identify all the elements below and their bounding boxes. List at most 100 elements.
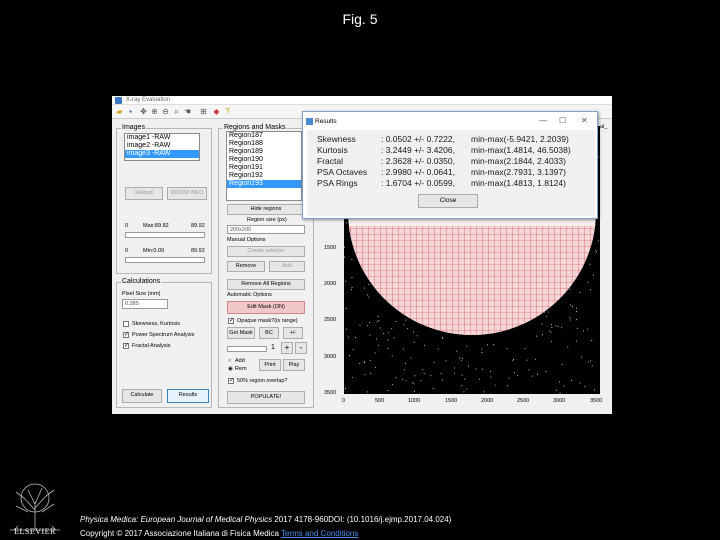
max-slider[interactable] bbox=[125, 232, 205, 238]
terms-link[interactable]: Terms and Conditions bbox=[281, 529, 358, 538]
result-range: min-max(-5.9421, 2.2039) bbox=[471, 134, 569, 144]
noise-speck bbox=[410, 357, 412, 359]
create-selector-button[interactable]: Create selector bbox=[227, 246, 305, 257]
noise-speck bbox=[464, 378, 466, 380]
list-item[interactable]: image2 -RAW bbox=[125, 142, 199, 150]
noise-speck bbox=[550, 331, 552, 333]
bc-button[interactable]: BC bbox=[259, 327, 279, 339]
noise-speck bbox=[487, 344, 488, 346]
pan-icon[interactable]: ✥ bbox=[139, 107, 148, 116]
noise-speck bbox=[481, 348, 483, 350]
noise-speck bbox=[463, 391, 465, 393]
noise-speck bbox=[551, 327, 553, 328]
list-item[interactable]: Region193 bbox=[227, 180, 301, 188]
maximize-icon[interactable]: ☐ bbox=[559, 116, 566, 125]
noise-speck bbox=[391, 355, 393, 357]
calculations-panel-label: Calculations bbox=[121, 278, 162, 285]
add-button[interactable]: Add bbox=[269, 261, 305, 272]
list-item[interactable]: image3 -RAW bbox=[125, 150, 199, 158]
noise-speck bbox=[583, 330, 584, 332]
open-folder-icon[interactable]: ▰ bbox=[115, 107, 124, 116]
noise-speck bbox=[576, 327, 578, 329]
zoom-in-icon[interactable]: ⊕ bbox=[150, 107, 159, 116]
noise-speck bbox=[395, 321, 397, 322]
fractal-checkbox[interactable]: ✓ bbox=[123, 343, 129, 349]
pixel-size-input[interactable]: 0.385 bbox=[122, 299, 168, 309]
minimize-icon[interactable]: — bbox=[539, 116, 547, 125]
noise-speck bbox=[576, 307, 577, 309]
noise-speck bbox=[454, 367, 455, 369]
noise-speck bbox=[413, 341, 415, 343]
list-item[interactable]: image1 -RAW bbox=[125, 134, 199, 142]
automatic-options-label: Automatic Options bbox=[227, 292, 272, 298]
remove-button[interactable]: Remove bbox=[227, 261, 265, 272]
noise-speck bbox=[376, 321, 378, 323]
noise-speck bbox=[570, 304, 571, 306]
hand-icon[interactable]: ☚ bbox=[183, 107, 192, 116]
list-item[interactable]: Region190 bbox=[227, 156, 301, 164]
y-tick: 2000 bbox=[324, 281, 337, 287]
edit-mask-button[interactable]: Edit Mask (ON) bbox=[227, 301, 305, 314]
add-radio[interactable]: ○ bbox=[228, 358, 231, 364]
result-value: : 1.6704 +/- 0.0599, bbox=[381, 178, 455, 188]
y-tick: 2500 bbox=[324, 317, 337, 323]
skewness-checkbox[interactable] bbox=[123, 321, 129, 327]
populate-button[interactable]: POPULATE! bbox=[227, 391, 305, 404]
list-item[interactable]: Region189 bbox=[227, 148, 301, 156]
results-button[interactable]: Results bbox=[167, 389, 209, 403]
rem-radio[interactable]: ◉ bbox=[228, 366, 233, 372]
noise-speck bbox=[345, 280, 347, 282]
min-slider[interactable] bbox=[125, 257, 205, 263]
plus-minus-button[interactable]: +/- bbox=[283, 327, 303, 339]
noise-speck bbox=[433, 361, 435, 363]
zoom-reset-icon[interactable]: ⌕ bbox=[172, 107, 181, 116]
max-right-value: 89.92 bbox=[191, 223, 205, 229]
list-item[interactable]: Region191 bbox=[227, 164, 301, 172]
noise-speck bbox=[584, 385, 586, 387]
regions-list[interactable]: Region187 Region188 Region189 Region190 … bbox=[226, 131, 302, 201]
noise-speck bbox=[344, 246, 345, 248]
overlap-checkbox[interactable]: ✓ bbox=[228, 378, 234, 384]
list-item[interactable]: Region192 bbox=[227, 172, 301, 180]
opaque-mask-checkbox[interactable]: ✓ bbox=[228, 318, 234, 324]
play-button[interactable]: Play bbox=[283, 359, 305, 371]
close-icon[interactable]: ✕ bbox=[581, 116, 588, 125]
brush-icon[interactable]: ◆ bbox=[212, 107, 221, 116]
save-icon[interactable]: ▪ bbox=[126, 107, 135, 116]
noise-speck bbox=[441, 379, 443, 381]
get-mask-button[interactable]: Get Mask bbox=[227, 327, 255, 339]
result-range: min-max(2.7931, 3.1397) bbox=[471, 167, 566, 177]
result-value: : 3.2449 +/- 3.4206, bbox=[381, 145, 455, 155]
list-item[interactable]: Region188 bbox=[227, 140, 301, 148]
print-button[interactable]: Print bbox=[259, 359, 281, 371]
power-spectrum-checkbox[interactable]: ✓ bbox=[123, 332, 129, 338]
close-button[interactable]: Close bbox=[418, 194, 478, 208]
remove-all-regions-button[interactable]: Remove All Regions bbox=[227, 279, 305, 290]
noise-speck bbox=[587, 328, 589, 330]
noise-speck bbox=[461, 385, 463, 387]
hide-regions-button[interactable]: Hide regions bbox=[227, 204, 305, 215]
mask-slider[interactable] bbox=[227, 346, 267, 352]
result-value: : 2.3628 +/- 0.0350, bbox=[381, 156, 455, 166]
zoom-out-icon[interactable]: ⊖ bbox=[161, 107, 170, 116]
images-list[interactable]: image1 -RAW image2 -RAW image3 -RAW bbox=[124, 133, 200, 161]
min-label: Min:0.09 bbox=[143, 248, 165, 254]
decrement-button[interactable]: - bbox=[295, 342, 307, 354]
noise-speck bbox=[387, 390, 389, 391]
dicom-info-button[interactable]: DICOM INFO bbox=[167, 187, 207, 200]
reload-button[interactable]: Reload bbox=[125, 187, 163, 200]
pixel-size-label: Pixel Size (mm) bbox=[122, 291, 161, 297]
noise-speck bbox=[535, 358, 536, 360]
noise-speck bbox=[506, 348, 508, 350]
noise-speck bbox=[441, 336, 443, 338]
noise-speck bbox=[514, 372, 515, 374]
region-size-label: Region size (px) bbox=[247, 217, 287, 223]
list-item[interactable]: Region187 bbox=[227, 132, 301, 140]
noise-speck bbox=[563, 385, 565, 387]
increment-button[interactable]: + bbox=[281, 342, 293, 354]
region-size-input[interactable]: 200x200 bbox=[227, 225, 305, 234]
noise-speck bbox=[526, 359, 528, 361]
data-cursor-icon[interactable]: ⊞ bbox=[199, 107, 208, 116]
help-icon[interactable]: ? bbox=[223, 107, 232, 116]
calculate-button[interactable]: Calculate bbox=[122, 389, 162, 403]
